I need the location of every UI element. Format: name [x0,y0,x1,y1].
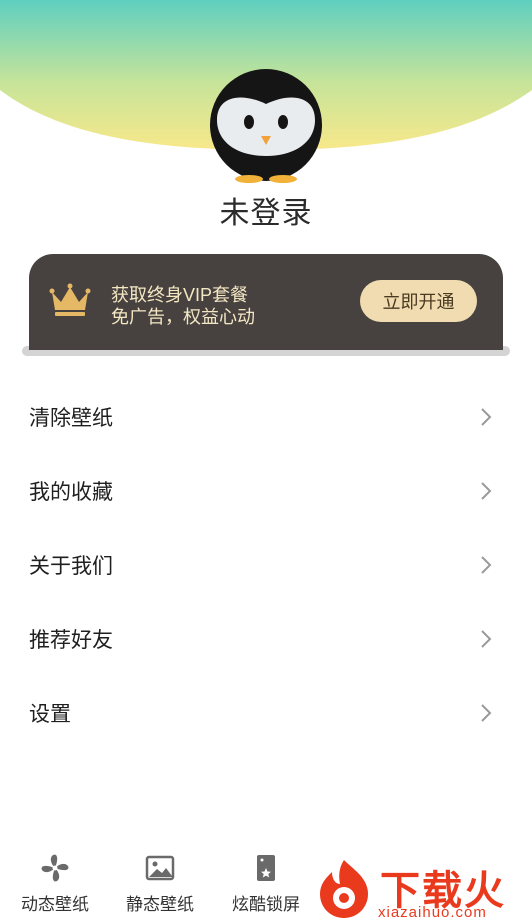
chevron-right-icon [481,556,492,574]
tab-label: 炫酷锁屏 [232,895,300,914]
fan-icon [39,852,71,884]
menu-item-label: 推荐好友 [29,629,113,652]
watermark-url: xiazaihuo.com [378,904,487,921]
menu-item-label: 设置 [29,703,71,726]
tab-static-wallpaper[interactable]: 静态壁纸 [105,846,215,924]
menu-item-label: 清除壁纸 [29,407,113,430]
menu-item-recommend-friends[interactable]: 推荐好友 [0,602,532,676]
image-icon [144,852,176,884]
tab-live-wallpaper[interactable]: 动态壁纸 [0,846,110,924]
tab-label: 静态壁纸 [126,895,194,914]
chevron-right-icon [481,482,492,500]
menu-item-settings[interactable]: 设置 [0,676,532,750]
tab-label: 动态壁纸 [21,895,89,914]
chevron-right-icon [481,408,492,426]
avatar[interactable] [207,66,325,184]
menu-item-about-us[interactable]: 关于我们 [0,528,532,602]
tab-cool-lock-screen[interactable]: 炫酷锁屏 [211,846,321,924]
chevron-right-icon [481,630,492,648]
menu-item-label: 我的收藏 [29,481,113,504]
username-label[interactable]: 未登录 [0,188,532,232]
chevron-right-icon [481,704,492,722]
vip-card[interactable]: 获取终身VIP套餐 免广告，权益心动 立即开通 [29,254,503,350]
menu-item-clear-wallpaper[interactable]: 清除壁纸 [0,380,532,454]
vip-subtitle: 免广告，权益心动 [111,307,255,327]
crown-icon [49,282,91,320]
menu-item-favorites[interactable]: 我的收藏 [0,454,532,528]
settings-menu: 清除壁纸 我的收藏 关于我们 推荐好友 设置 [0,380,532,750]
vip-activate-button[interactable]: 立即开通 [360,280,477,322]
menu-item-label: 关于我们 [29,555,113,578]
lock-screen-card-icon [250,852,282,884]
watermark: 下载火 xiazaihuo.com [308,852,532,924]
watermark-logo-icon [320,860,368,918]
